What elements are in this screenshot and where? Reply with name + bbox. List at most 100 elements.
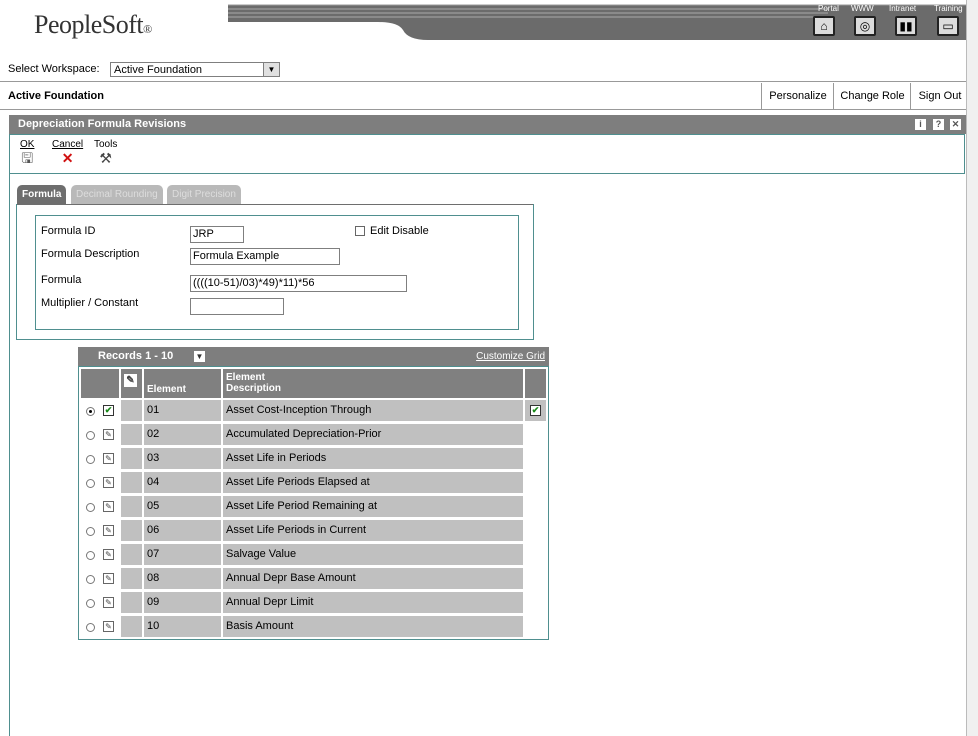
- row-edit-icon[interactable]: ✎: [103, 429, 114, 440]
- portal-button[interactable]: ⌂: [813, 16, 835, 36]
- ok-button[interactable]: OK 🖫: [20, 139, 34, 165]
- logo-mark: ®: [143, 22, 152, 36]
- records-label: Records 1 - 10: [98, 350, 174, 362]
- row-select-radio[interactable]: [86, 479, 95, 488]
- row-select-radio[interactable]: [86, 623, 95, 632]
- formula-input[interactable]: ((((10-51)/03)*49)*11)*56: [190, 275, 407, 292]
- row-element-cell[interactable]: 05: [144, 496, 221, 517]
- grid-title-bar: Records 1 - 10 ▼ Customize Grid: [78, 347, 549, 366]
- row-select-radio[interactable]: [86, 455, 95, 464]
- row-edit-icon[interactable]: ✎: [103, 477, 114, 488]
- row-element-cell[interactable]: 04: [144, 472, 221, 493]
- row-edit-icon[interactable]: ✎: [103, 621, 114, 632]
- grid-header-description[interactable]: Element Description: [223, 369, 523, 398]
- row-edit-cell: [121, 472, 142, 493]
- www-button[interactable]: ◎: [854, 16, 876, 36]
- tab-formula[interactable]: Formula: [17, 185, 67, 204]
- row-edit-cell: [121, 520, 142, 541]
- row-description-cell[interactable]: Annual Depr Limit: [223, 592, 523, 613]
- workspace-select[interactable]: Active Foundation ▼: [110, 62, 280, 77]
- row-edit-cell: [121, 496, 142, 517]
- edit-disable-label: Edit Disable: [370, 225, 429, 237]
- workspace-label: Select Workspace:: [8, 63, 100, 75]
- multiplier-constant-label: Multiplier / Constant: [41, 297, 139, 309]
- intranet-label: Intranet: [889, 4, 917, 13]
- row-selected-check-icon: ✔: [530, 405, 541, 416]
- row-status-check-icon: ✔: [103, 405, 114, 416]
- tools-button[interactable]: Tools ⚒: [94, 139, 117, 165]
- save-icon: 🖫: [21, 150, 34, 166]
- sign-out-button[interactable]: Sign Out: [910, 83, 969, 109]
- row-edit-icon[interactable]: ✎: [103, 501, 114, 512]
- formula-description-input[interactable]: Formula Example: [190, 248, 340, 265]
- form-toolbar: OK 🖫 Cancel ✕ Tools ⚒: [9, 134, 965, 174]
- row-element-cell[interactable]: 01: [144, 400, 221, 421]
- workspace-select-value: Active Foundation: [114, 64, 203, 76]
- row-description-cell[interactable]: Salvage Value: [223, 544, 523, 565]
- row-select-radio[interactable]: [86, 551, 95, 560]
- monitor-icon: ▭: [942, 19, 954, 33]
- row-description-cell[interactable]: Asset Life Periods Elapsed at: [223, 472, 523, 493]
- row-edit-cell: [121, 424, 142, 445]
- form-title: Depreciation Formula Revisions: [18, 118, 187, 130]
- formula-description-label: Formula Description: [41, 248, 140, 260]
- row-select-radio[interactable]: [86, 599, 95, 608]
- book-icon: ▮▮: [899, 19, 913, 33]
- row-element-cell[interactable]: 09: [144, 592, 221, 613]
- grid-header-edit: ✎: [121, 369, 142, 398]
- tab-decimal-rounding[interactable]: Decimal Rounding: [71, 185, 163, 204]
- formula-id-input[interactable]: JRP: [190, 226, 244, 243]
- row-description-cell[interactable]: Asset Life Period Remaining at: [223, 496, 523, 517]
- row-description-cell[interactable]: Asset Life in Periods: [223, 448, 523, 469]
- info-icon[interactable]: i: [915, 119, 926, 130]
- row-description-cell[interactable]: Basis Amount: [223, 616, 523, 637]
- row-edit-icon[interactable]: ✎: [103, 597, 114, 608]
- row-element-cell[interactable]: 02: [144, 424, 221, 445]
- chevron-down-icon: ▼: [263, 63, 279, 76]
- row-element-cell[interactable]: 07: [144, 544, 221, 565]
- row-element-cell[interactable]: 08: [144, 568, 221, 589]
- row-edit-icon[interactable]: ✎: [103, 525, 114, 536]
- row-edit-cell: [121, 544, 142, 565]
- grid-header-select: [81, 369, 119, 398]
- personalize-button[interactable]: Personalize: [761, 83, 834, 109]
- logo-text: PeopleSoft: [34, 10, 144, 39]
- divider: [0, 109, 978, 110]
- formula-id-label: Formula ID: [41, 225, 96, 237]
- row-element-cell[interactable]: 06: [144, 520, 221, 541]
- close-icon[interactable]: ✕: [950, 119, 961, 130]
- row-edit-cell: [121, 592, 142, 613]
- help-icon[interactable]: ?: [933, 119, 944, 130]
- edit-disable-checkbox[interactable]: [355, 226, 365, 236]
- row-description-cell[interactable]: Asset Life Periods in Current: [223, 520, 523, 541]
- cancel-button[interactable]: Cancel ✕: [52, 139, 83, 165]
- row-select-radio[interactable]: [86, 407, 95, 416]
- row-edit-icon[interactable]: ✎: [103, 453, 114, 464]
- grid-header-element[interactable]: Element: [144, 369, 221, 398]
- row-description-cell[interactable]: Accumulated Depreciation-Prior: [223, 424, 523, 445]
- row-description-cell[interactable]: Annual Depr Base Amount: [223, 568, 523, 589]
- row-select-radio[interactable]: [86, 503, 95, 512]
- column-description-line1: Element: [226, 372, 265, 383]
- multiplier-constant-input[interactable]: [190, 298, 284, 315]
- cancel-label: Cancel: [52, 139, 84, 150]
- row-description-cell[interactable]: Asset Cost-Inception Through: [223, 400, 523, 421]
- page-scrollbar[interactable]: [966, 0, 978, 736]
- tab-digit-precision[interactable]: Digit Precision: [167, 185, 241, 204]
- customize-grid-link[interactable]: Customize Grid: [476, 351, 545, 362]
- column-element-label: Element: [147, 384, 186, 395]
- www-label: WWW: [851, 4, 874, 13]
- row-edit-icon[interactable]: ✎: [103, 573, 114, 584]
- change-role-button[interactable]: Change Role: [833, 83, 911, 109]
- chevron-down-icon[interactable]: ▼: [194, 351, 205, 362]
- row-element-cell[interactable]: 03: [144, 448, 221, 469]
- intranet-button[interactable]: ▮▮: [895, 16, 917, 36]
- row-select-radio[interactable]: [86, 575, 95, 584]
- row-edit-icon[interactable]: ✎: [103, 549, 114, 560]
- row-element-cell[interactable]: 10: [144, 616, 221, 637]
- row-select-radio[interactable]: [86, 431, 95, 440]
- row-edit-cell: [121, 400, 142, 421]
- tools-icon: ⚒: [99, 150, 112, 166]
- training-button[interactable]: ▭: [937, 16, 959, 36]
- row-select-radio[interactable]: [86, 527, 95, 536]
